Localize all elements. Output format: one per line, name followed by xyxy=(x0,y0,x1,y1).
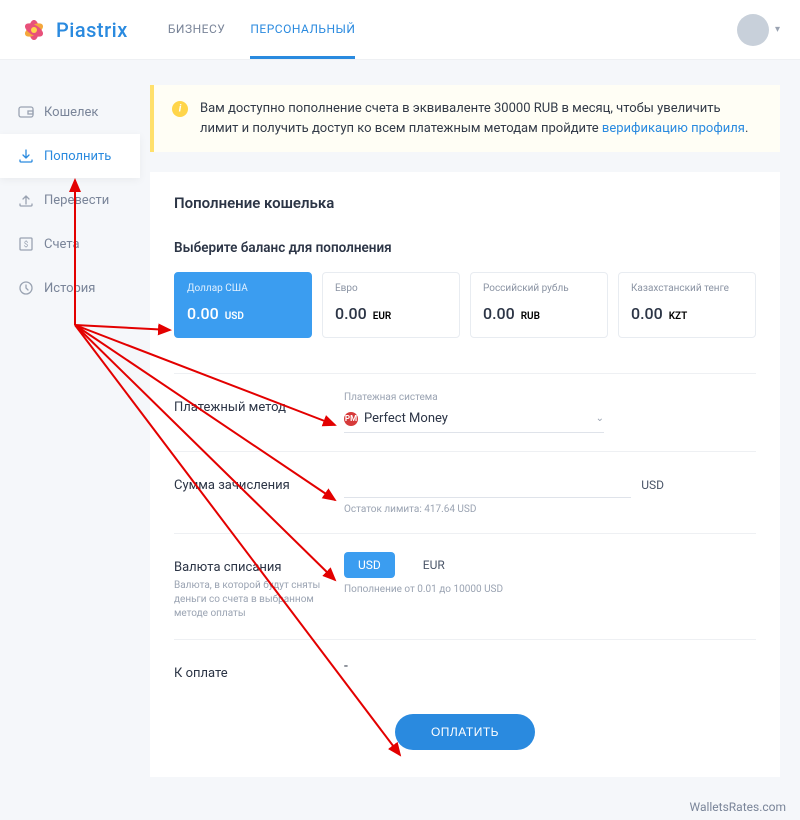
amount-input[interactable] xyxy=(344,470,631,498)
page-title: Пополнение кошелька xyxy=(174,194,756,212)
balance-value: 0.00 xyxy=(187,304,219,323)
logo-text: Piastrix xyxy=(56,18,128,42)
download-icon xyxy=(18,148,34,164)
info-icon xyxy=(172,101,188,117)
sidebar-item-label: Кошелек xyxy=(44,105,98,120)
balance-name: Российский рубль xyxy=(483,283,595,294)
sidebar-item-history[interactable]: История xyxy=(0,266,140,310)
sidebar-item-accounts[interactable]: $ Счета xyxy=(0,222,140,266)
sidebar-item-topup[interactable]: Пополнить xyxy=(0,134,140,178)
sidebar-item-label: Пополнить xyxy=(44,149,111,164)
method-label: Платежный метод xyxy=(174,392,344,415)
limit-notice: Вам доступно пополнение счета в эквивале… xyxy=(150,85,780,152)
sidebar-item-label: Счета xyxy=(44,237,80,252)
currency-usd-button[interactable]: USD xyxy=(344,552,395,578)
wallet-icon xyxy=(18,104,34,120)
limit-hint: Остаток лимита: 417.64 USD xyxy=(344,504,756,515)
method-value: Perfect Money xyxy=(364,411,448,426)
debit-currency-sub: Валюта, в которой будут сняты деньги со … xyxy=(174,579,344,621)
balance-name: Доллар США xyxy=(187,283,299,294)
amount-unit: USD xyxy=(641,478,664,498)
svg-text:$: $ xyxy=(24,240,29,249)
choose-balance-heading: Выберите баланс для пополнения xyxy=(174,240,756,256)
tab-business[interactable]: БИЗНЕСУ xyxy=(168,0,226,59)
tab-personal[interactable]: ПЕРСОНАЛЬНЫЙ xyxy=(250,0,355,59)
chevron-down-icon: ⌄ xyxy=(596,413,604,424)
logo-icon xyxy=(20,16,48,44)
balance-card-kzt[interactable]: Казахстанский тенге 0.00 KZT xyxy=(618,272,756,338)
method-small-label: Платежная система xyxy=(344,392,756,403)
avatar xyxy=(737,14,769,46)
sidebar-item-wallet[interactable]: Кошелек xyxy=(0,90,140,134)
perfect-money-icon: PM xyxy=(344,412,358,426)
chevron-down-icon: ▾ xyxy=(775,24,780,35)
currency-eur-button[interactable]: EUR xyxy=(409,552,459,578)
balance-name: Казахстанский тенге xyxy=(631,283,743,294)
history-icon xyxy=(18,280,34,296)
amount-label: Сумма зачисления xyxy=(174,470,344,493)
pay-button[interactable]: ОПЛАТИТЬ xyxy=(395,714,535,750)
sidebar-item-label: История xyxy=(44,281,95,296)
profile-menu[interactable]: ▾ xyxy=(737,14,780,46)
sidebar-item-transfer[interactable]: Перевести xyxy=(0,178,140,222)
balance-value: 0.00 xyxy=(483,304,515,323)
verify-link[interactable]: верификацию профиля xyxy=(602,121,745,136)
sidebar-item-label: Перевести xyxy=(44,193,109,208)
accounts-icon: $ xyxy=(18,236,34,252)
balance-value: 0.00 xyxy=(631,304,663,323)
to-pay-label: К оплате xyxy=(174,658,344,681)
balance-value: 0.00 xyxy=(335,304,367,323)
balance-card-usd[interactable]: Доллар США 0.00 USD xyxy=(174,272,312,338)
range-hint: Пополнение от 0.01 до 10000 USD xyxy=(344,584,756,595)
balance-card-eur[interactable]: Евро 0.00 EUR xyxy=(322,272,460,338)
payment-method-select[interactable]: PM Perfect Money ⌄ xyxy=(344,407,604,433)
logo[interactable]: Piastrix xyxy=(20,16,128,44)
balance-name: Евро xyxy=(335,283,447,294)
upload-icon xyxy=(18,192,34,208)
balance-card-rub[interactable]: Российский рубль 0.00 RUB xyxy=(470,272,608,338)
to-pay-value: - xyxy=(344,658,756,674)
watermark: WalletsRates.com xyxy=(689,800,786,814)
debit-currency-label: Валюта списания xyxy=(174,560,344,575)
